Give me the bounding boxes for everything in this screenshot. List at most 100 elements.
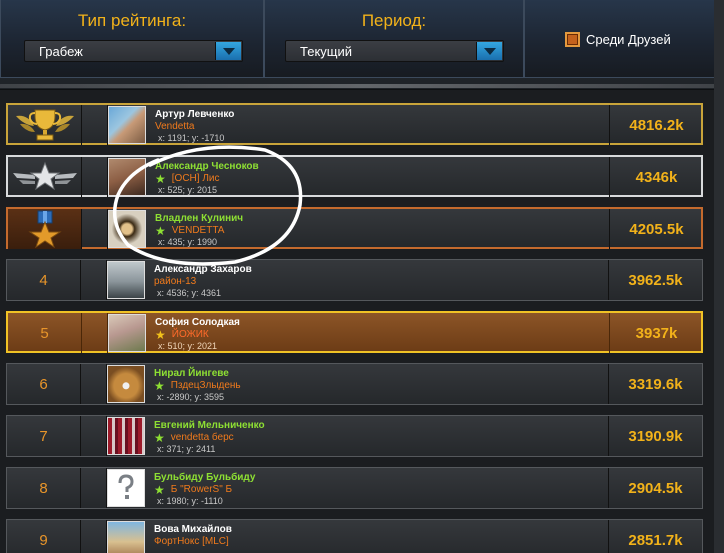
avatar[interactable] (108, 158, 146, 196)
rating-type-dropdown[interactable]: Грабеж (24, 40, 243, 62)
star-icon: ★ (154, 378, 165, 393)
clan-line: ★ Б "RowerS" Б (154, 484, 232, 496)
clan-line: ★ VENDETTA (155, 225, 225, 237)
coordinates: x: -2890; y: 3595 (157, 392, 225, 402)
score-value: 4816.2k (629, 116, 684, 134)
friends-label: Среди Друзей (586, 31, 671, 47)
score-cell: 3319.6k (608, 364, 702, 404)
row-spacer (81, 520, 107, 553)
header-divider (0, 84, 724, 88)
clan-name[interactable]: район-13 (154, 276, 196, 287)
avatar[interactable] (108, 314, 146, 352)
player-name[interactable]: Владлен Кулинич (155, 213, 243, 224)
rating-type-value: Грабеж (39, 44, 83, 59)
period-dropdown[interactable]: Текущий (285, 40, 504, 62)
chevron-down-icon[interactable] (476, 42, 502, 60)
rank-cell (8, 157, 82, 197)
player-cell: Александр Захаров район-13 x: 4536; y: 4… (107, 260, 608, 300)
coordinates: x: 371; y: 2411 (157, 444, 216, 454)
leaderboard-row[interactable]: 6 Нирал Йингеве ★ ПздецЗлыдень x: -2890;… (6, 363, 703, 405)
score-cell: 2904.5k (608, 468, 702, 508)
rating-type-panel: Тип рейтинга: (0, 0, 264, 78)
leaderboard-row[interactable]: 4 Александр Захаров район-13 x: 4536; y:… (6, 259, 703, 301)
scrollbar[interactable] (714, 0, 724, 553)
period-label: Период: (361, 11, 427, 30)
score-value: 3319.6k (628, 375, 683, 393)
score-value: 2904.5k (628, 479, 683, 497)
rank-number: 8 (39, 479, 48, 497)
player-cell: Евгений Мельниченко ★ vendetta берс x: 3… (107, 416, 608, 456)
score-cell: 4205.5k (609, 209, 703, 249)
avatar[interactable] (107, 365, 145, 403)
coordinates: x: 1191; y: -1710 (158, 133, 225, 143)
score-cell: 4346k (609, 157, 703, 197)
coordinates: x: 435; y: 1990 (158, 237, 218, 247)
clan-name[interactable]: ФортНокс [MLC] (154, 536, 229, 547)
player-name[interactable]: София Солодкая (155, 317, 240, 328)
rank-number: 7 (39, 427, 48, 445)
player-cell: Александр Чесноков ★ [ОСН] Лис x: 525; y… (108, 157, 609, 197)
period-value: Текущий (300, 44, 352, 59)
avatar[interactable] (107, 417, 145, 455)
rank-number: 6 (39, 375, 48, 393)
player-name[interactable]: Вова Михайлов (154, 524, 232, 535)
rank-number: 5 (40, 324, 49, 342)
score-cell: 4816.2k (609, 105, 703, 145)
player-name[interactable]: Нирал Йингеве (154, 368, 229, 379)
rank-cell (8, 105, 82, 145)
player-name[interactable]: Бульбиду Бульбиду (154, 472, 255, 483)
friends-checkbox[interactable] (565, 31, 580, 47)
clan-line: ★ [ОСН] Лис (155, 171, 220, 186)
row-spacer (81, 468, 107, 508)
clan-name[interactable]: VENDETTA (172, 225, 225, 236)
leaderboard-row[interactable]: Артур Левченко Vendetta x: 1191; y: -171… (6, 103, 703, 145)
avatar[interactable] (108, 210, 146, 248)
leaderboard-row[interactable]: Александр Чесноков ★ [ОСН] Лис x: 525; y… (6, 155, 703, 197)
player-cell: Артур Левченко Vendetta x: 1191; y: -171… (108, 105, 609, 145)
player-cell: Нирал Йингеве ★ ПздецЗлыдень x: -2890; y… (107, 364, 608, 404)
clan-name[interactable]: Vendetta (155, 121, 194, 132)
leaderboard-row-current-player[interactable]: 5 София Солодкая ★ ЙОЖИК x: 510; y: 2021… (6, 311, 703, 353)
player-name[interactable]: Александр Чесноков (155, 161, 259, 172)
gold-trophy-icon (15, 109, 74, 141)
score-value: 4346k (635, 168, 678, 186)
player-name[interactable]: Александр Захаров (154, 264, 252, 275)
player-name[interactable]: Евгений Мельниченко (154, 420, 265, 431)
clan-line: район-13 (154, 276, 196, 287)
friends-toggle[interactable]: Среди Друзей (565, 30, 671, 48)
clan-name[interactable]: vendetta берс (171, 432, 234, 443)
clan-name[interactable]: ПздецЗлыдень (171, 380, 241, 391)
clan-name[interactable]: Б "RowerS" Б (171, 484, 232, 495)
row-spacer (81, 364, 107, 404)
chevron-down-icon[interactable] (215, 42, 241, 60)
rank-cell: 6 (7, 364, 81, 404)
rating-type-label: Тип рейтинга: (77, 11, 187, 30)
rank-cell (8, 209, 82, 249)
avatar-placeholder[interactable] (107, 469, 145, 507)
row-spacer (82, 209, 108, 249)
player-cell: Бульбиду Бульбиду ★ Б "RowerS" Б x: 1980… (107, 468, 608, 508)
rank-number: 4 (39, 271, 48, 289)
clan-name[interactable]: ЙОЖИК (172, 329, 209, 340)
leaderboard-row[interactable]: Владлен Кулинич ★ VENDETTA x: 435; y: 19… (6, 207, 703, 249)
rank-cell: 7 (7, 416, 81, 456)
score-value: 3937k (635, 324, 678, 342)
leaderboard-row[interactable]: 7 Евгений Мельниченко ★ vendetta берс x:… (6, 415, 703, 457)
avatar[interactable] (108, 106, 146, 144)
clan-name[interactable]: [ОСН] Лис (172, 173, 220, 184)
player-cell: Вова Михайлов ФортНокс [MLC] (107, 520, 608, 553)
leaderboard-row[interactable]: 9 Вова Михайлов ФортНокс [MLC] 2851.7k (6, 519, 703, 553)
rank-cell: 8 (7, 468, 81, 508)
player-cell: Владлен Кулинич ★ VENDETTA x: 435; y: 19… (108, 209, 609, 249)
row-spacer (82, 105, 108, 145)
leaderboard-row[interactable]: 8 Бульбиду Бульбиду ★ Б "RowerS" Б x: 19… (6, 467, 703, 509)
player-name[interactable]: Артур Левченко (155, 109, 234, 120)
avatar[interactable] (107, 521, 145, 553)
bronze-medal-icon (27, 210, 62, 248)
question-mark-icon (118, 474, 134, 499)
clan-line: ★ vendetta берс (154, 432, 234, 444)
rank-cell: 4 (7, 260, 81, 300)
avatar[interactable] (107, 261, 145, 299)
coordinates: x: 1980; y: -1110 (157, 496, 223, 506)
star-icon: ★ (155, 171, 166, 186)
